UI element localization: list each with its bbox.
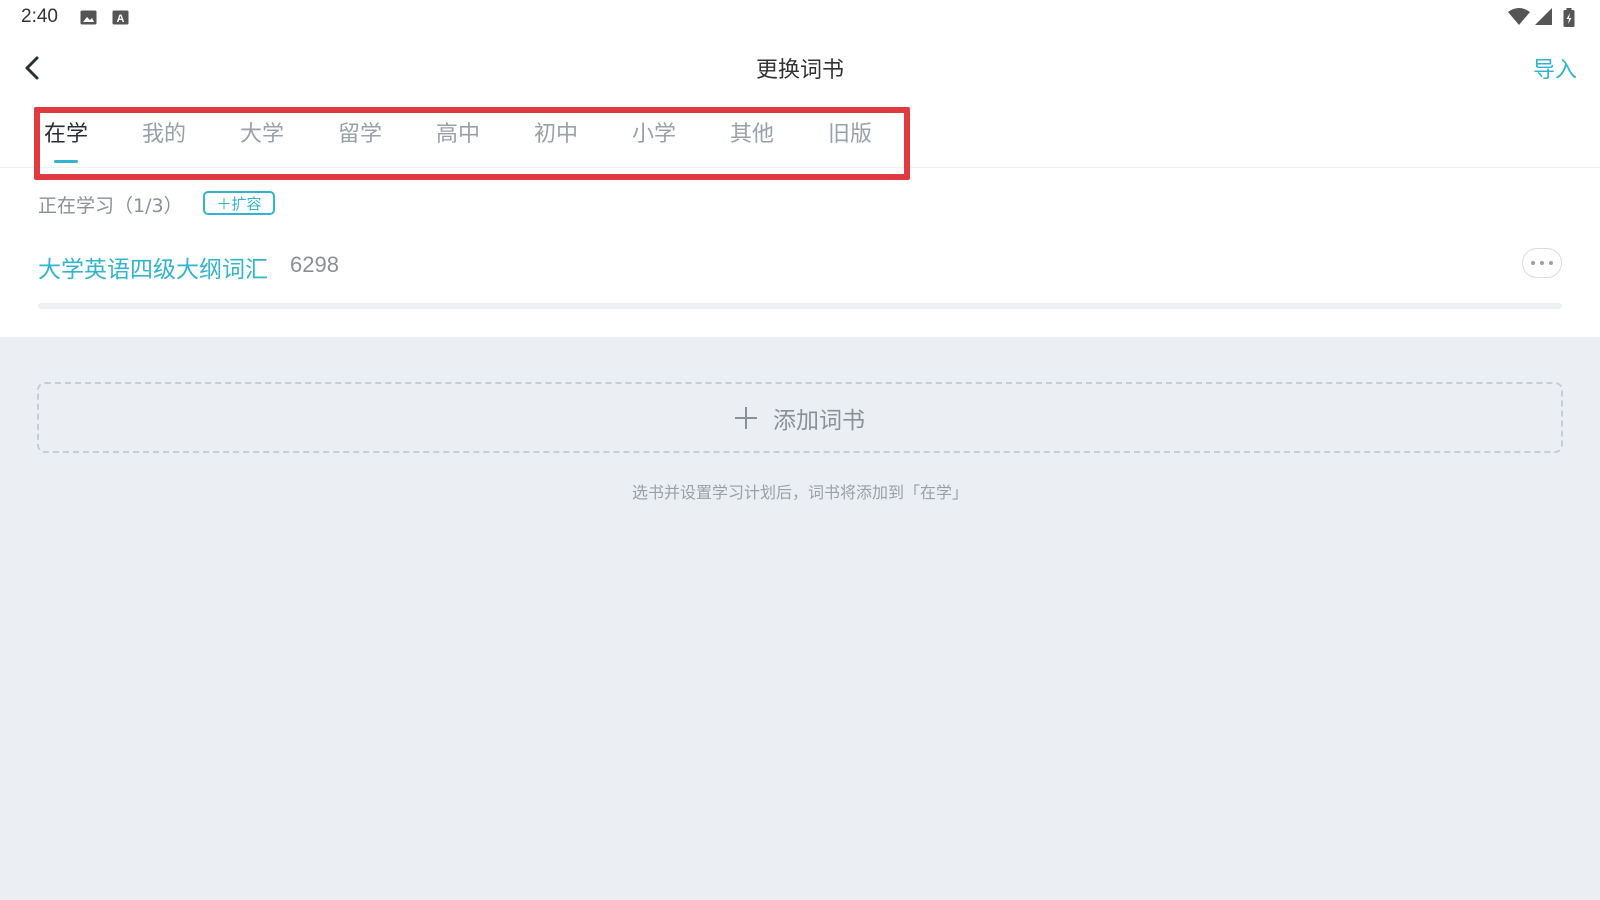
book-title[interactable]: 大学英语四级大纲词汇 bbox=[38, 250, 268, 284]
expand-capacity-button[interactable]: ＋扩容 bbox=[203, 191, 275, 215]
learning-section-label: 正在学习（1/3） bbox=[38, 195, 183, 217]
add-book-hint: 选书并设置学习计划后，词书将添加到「在学」 bbox=[631, 483, 968, 502]
plus-icon bbox=[735, 406, 757, 429]
add-book-label: 添加词书 bbox=[773, 407, 865, 434]
import-button[interactable]: 导入 bbox=[1533, 52, 1577, 84]
dot-icon bbox=[1531, 261, 1535, 265]
active-tab-indicator bbox=[54, 160, 78, 163]
tab-wode[interactable]: 我的 bbox=[134, 116, 194, 148]
status-time: 2:40 bbox=[21, 6, 58, 27]
tab-daxue[interactable]: 大学 bbox=[232, 116, 292, 148]
dot-icon bbox=[1549, 261, 1553, 265]
category-tabs: 在学 我的 大学 留学 高中 初中 小学 其他 旧版 bbox=[0, 104, 1600, 168]
svg-text:A: A bbox=[117, 13, 125, 25]
dot-icon bbox=[1540, 261, 1544, 265]
text-a-icon: A bbox=[112, 9, 129, 26]
add-book-area: 添加词书 选书并设置学习计划后，词书将添加到「在学」 bbox=[0, 337, 1600, 900]
more-options-button[interactable] bbox=[1522, 248, 1562, 278]
book-progress-bar bbox=[38, 303, 1562, 309]
battery-icon bbox=[1563, 8, 1575, 31]
tab-jiuban[interactable]: 旧版 bbox=[820, 116, 880, 148]
top-app-bar: 更换词书 导入 bbox=[0, 36, 1600, 100]
tab-liuxue[interactable]: 留学 bbox=[330, 116, 390, 148]
image-icon bbox=[80, 9, 97, 26]
wifi-icon bbox=[1508, 8, 1530, 30]
tab-xiaoxue[interactable]: 小学 bbox=[624, 116, 684, 148]
signal-icon bbox=[1535, 8, 1553, 30]
tab-chuzhong[interactable]: 初中 bbox=[526, 116, 586, 148]
add-book-button[interactable]: 添加词书 bbox=[37, 382, 1563, 453]
status-bar: 2:40 A bbox=[0, 0, 1600, 36]
tab-zaixue[interactable]: 在学 bbox=[36, 116, 96, 148]
tab-gaozhong[interactable]: 高中 bbox=[428, 116, 488, 148]
page-title: 更换词书 bbox=[755, 58, 844, 83]
tab-qita[interactable]: 其他 bbox=[722, 116, 782, 148]
list-item[interactable]: 大学英语四级大纲词汇 6298 bbox=[38, 246, 1562, 286]
book-word-count: 6298 bbox=[290, 252, 339, 277]
